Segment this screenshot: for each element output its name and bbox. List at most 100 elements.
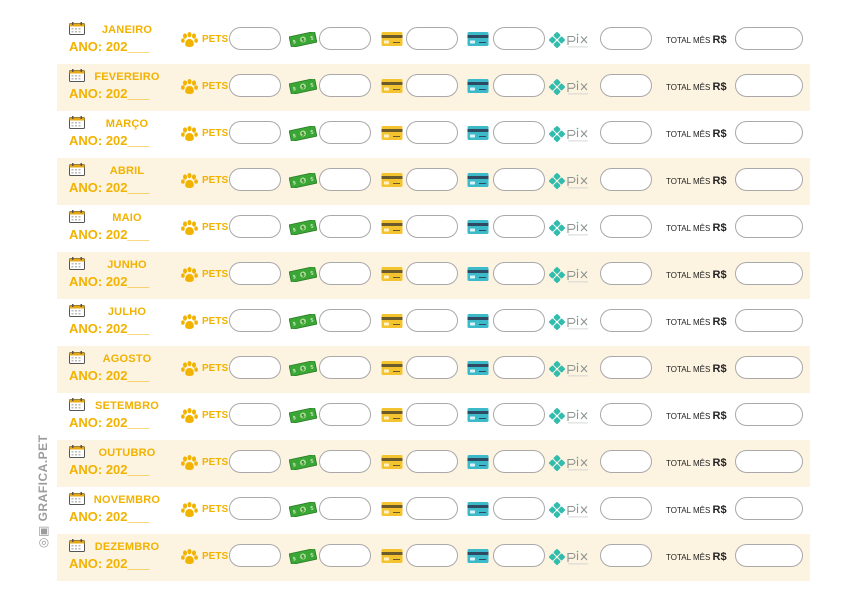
pets-label: PETS [202,269,229,280]
cash-amount-field[interactable] [319,121,371,144]
debit-card-amount-field[interactable] [493,121,545,144]
cash-amount-field[interactable] [319,497,371,520]
paw-icon [181,314,198,330]
pix-amount-field[interactable] [600,27,652,50]
monthly-total-field[interactable] [735,450,803,473]
monthly-total-field[interactable] [735,403,803,426]
total-label: TOTAL MÊS R$ [666,551,727,563]
debit-card-amount-field[interactable] [493,262,545,285]
credit-card-amount-field[interactable] [406,262,458,285]
credit-card-amount-field[interactable] [406,168,458,191]
pets-amount-field[interactable] [229,27,281,50]
cash-amount-field[interactable] [319,309,371,332]
debit-card-amount-field[interactable] [493,450,545,473]
year-label: ANO: 202___ [69,133,150,148]
pets-amount-field[interactable] [229,356,281,379]
cash-amount-field[interactable] [319,544,371,567]
debit-card-amount-field[interactable] [493,168,545,191]
pets-label: PETS [202,81,229,92]
total-label: TOTAL MÊS R$ [666,34,727,46]
monthly-total-field[interactable] [735,74,803,97]
total-label: TOTAL MÊS R$ [666,363,727,375]
credit-card-amount-field[interactable] [406,450,458,473]
debit-card-amount-field[interactable] [493,544,545,567]
debit-card-icon [467,31,489,47]
total-label: TOTAL MÊS R$ [666,128,727,140]
monthly-total-field[interactable] [735,262,803,285]
pix-logo [549,500,599,520]
pets-amount-field[interactable] [229,215,281,238]
pix-amount-field[interactable] [600,497,652,520]
pix-amount-field[interactable] [600,168,652,191]
cash-amount-field[interactable] [319,450,371,473]
debit-card-amount-field[interactable] [493,497,545,520]
pix-logo [549,171,599,191]
debit-card-amount-field[interactable] [493,74,545,97]
debit-card-amount-field[interactable] [493,215,545,238]
cash-icon: $ $ $ [288,124,318,143]
credit-card-amount-field[interactable] [406,309,458,332]
pets-amount-field[interactable] [229,74,281,97]
credit-card-icon [381,266,403,282]
monthly-total-field[interactable] [735,309,803,332]
debit-card-icon [467,501,489,517]
cash-amount-field[interactable] [319,168,371,191]
credit-card-amount-field[interactable] [406,497,458,520]
credit-card-amount-field[interactable] [406,215,458,238]
pets-amount-field[interactable] [229,544,281,567]
monthly-total-field[interactable] [735,168,803,191]
pets-amount-field[interactable] [229,262,281,285]
credit-card-amount-field[interactable] [406,356,458,379]
monthly-total-field[interactable] [735,497,803,520]
pets-amount-field[interactable] [229,497,281,520]
debit-card-amount-field[interactable] [493,27,545,50]
cash-amount-field[interactable] [319,74,371,97]
calendar-icon [69,116,85,129]
debit-card-amount-field[interactable] [493,309,545,332]
pix-amount-field[interactable] [600,262,652,285]
year-label: ANO: 202___ [69,509,150,524]
pets-amount-field[interactable] [229,450,281,473]
cash-amount-field[interactable] [319,356,371,379]
cash-amount-field[interactable] [319,262,371,285]
paw-icon [181,220,198,236]
monthly-total-field[interactable] [735,27,803,50]
monthly-total-field[interactable] [735,356,803,379]
pets-amount-field[interactable] [229,309,281,332]
pix-logo [549,453,599,473]
month-row: SETEMBRO ANO: 202___ PETS $ $ $ TOTAL MÊ… [57,393,810,440]
monthly-total-field[interactable] [735,121,803,144]
pix-amount-field[interactable] [600,356,652,379]
monthly-total-field[interactable] [735,215,803,238]
pets-amount-field[interactable] [229,403,281,426]
cash-amount-field[interactable] [319,403,371,426]
cash-icon: $ $ $ [288,218,318,237]
pix-amount-field[interactable] [600,544,652,567]
pix-amount-field[interactable] [600,450,652,473]
calendar-icon [69,398,85,411]
debit-card-amount-field[interactable] [493,403,545,426]
month-label: NOVEMBRO [93,494,161,506]
credit-card-amount-field[interactable] [406,74,458,97]
pets-amount-field[interactable] [229,168,281,191]
month-row: JULHO ANO: 202___ PETS $ $ $ TOTAL MÊS R… [57,299,810,346]
pix-logo [549,359,599,379]
cash-amount-field[interactable] [319,215,371,238]
pix-amount-field[interactable] [600,74,652,97]
monthly-total-field[interactable] [735,544,803,567]
pix-amount-field[interactable] [600,121,652,144]
pix-amount-field[interactable] [600,309,652,332]
pix-amount-field[interactable] [600,215,652,238]
month-label: ABRIL [109,165,145,177]
debit-card-amount-field[interactable] [493,356,545,379]
credit-card-amount-field[interactable] [406,544,458,567]
paw-icon [181,549,198,565]
month-label: JULHO [107,306,147,318]
credit-card-amount-field[interactable] [406,121,458,144]
pets-amount-field[interactable] [229,121,281,144]
pix-amount-field[interactable] [600,403,652,426]
credit-card-amount-field[interactable] [406,27,458,50]
cash-icon: $ $ $ [288,171,318,190]
credit-card-amount-field[interactable] [406,403,458,426]
cash-amount-field[interactable] [319,27,371,50]
